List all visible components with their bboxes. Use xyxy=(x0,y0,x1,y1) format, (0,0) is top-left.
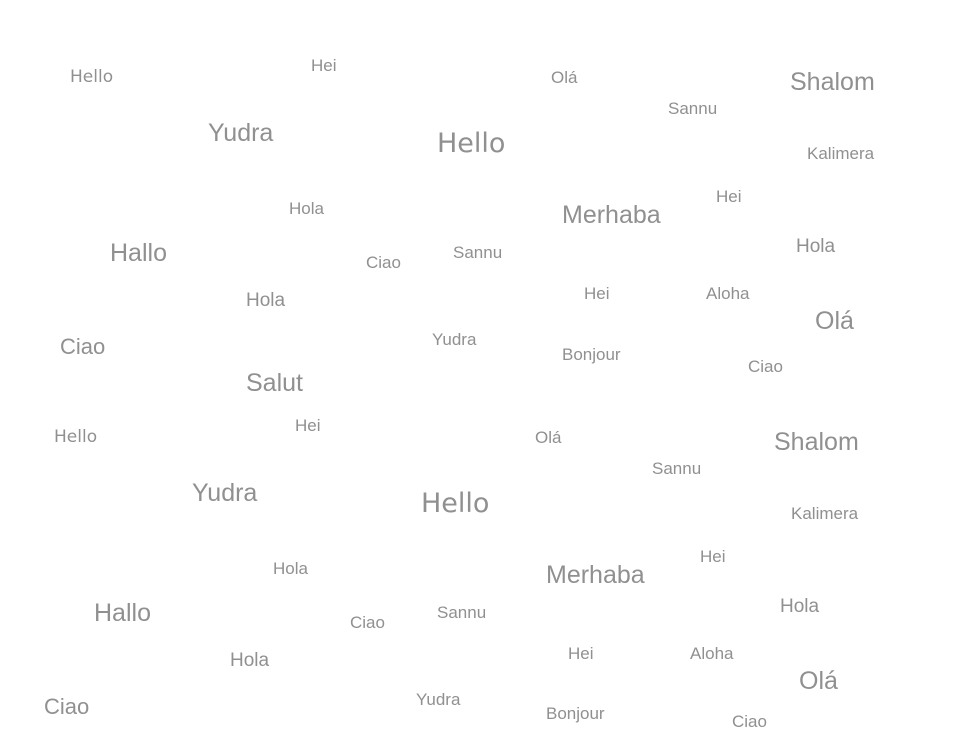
greeting-word: Hola xyxy=(796,236,836,257)
greeting-word: Hello xyxy=(437,128,506,159)
greeting-word: Hei xyxy=(311,56,337,75)
greeting-word: Ciao xyxy=(732,712,767,731)
greeting-word: Hallo xyxy=(94,599,151,627)
greeting-word: Sannu xyxy=(453,243,503,262)
greeting-word: Aloha xyxy=(690,644,734,663)
greeting-word: Hei xyxy=(700,547,726,566)
greeting-word: Olá xyxy=(799,667,838,695)
greeting-word: Hello xyxy=(54,427,98,447)
greeting-word: Hola xyxy=(246,290,286,311)
greeting-word: Bonjour xyxy=(546,704,605,723)
greeting-word: Olá xyxy=(815,307,854,335)
greeting-word: Yudra xyxy=(208,119,274,147)
greeting-word: Ciao xyxy=(60,334,106,359)
greeting-word: Yudra xyxy=(416,690,461,709)
greeting-word: Olá xyxy=(551,68,578,87)
greeting-word: Hei xyxy=(295,416,321,435)
greeting-word: Bonjour xyxy=(562,345,621,364)
greeting-word: Merhaba xyxy=(546,561,645,589)
greeting-word: Hallo xyxy=(110,239,167,267)
greeting-word: Aloha xyxy=(706,284,750,303)
greeting-word: Hola xyxy=(289,199,324,218)
greeting-word: Hello xyxy=(70,67,114,87)
greeting-word: Hola xyxy=(780,596,820,617)
greeting-word: Hei xyxy=(568,644,594,663)
greeting-word: Ciao xyxy=(44,694,90,719)
greeting-word: Merhaba xyxy=(562,201,661,229)
greeting-word: Salut xyxy=(246,369,303,397)
greeting-word: Kalimera xyxy=(807,144,875,163)
greeting-word: Sannu xyxy=(668,99,718,118)
greeting-word: Sannu xyxy=(652,459,702,478)
greeting-word: Shalom xyxy=(774,428,859,456)
greeting-word: Ciao xyxy=(748,357,783,376)
greeting-word: Olá xyxy=(535,428,562,447)
greeting-word: Sannu xyxy=(437,603,487,622)
greeting-word: Ciao xyxy=(350,613,385,632)
greeting-word: Hola xyxy=(273,559,308,578)
greeting-word: Hola xyxy=(230,650,270,671)
greeting-word: Hei xyxy=(716,187,742,206)
greeting-word: Yudra xyxy=(432,330,477,349)
greeting-word: Yudra xyxy=(192,479,258,507)
greeting-word: Hei xyxy=(584,284,610,303)
greeting-word: Ciao xyxy=(366,253,401,272)
greeting-word: Kalimera xyxy=(791,504,859,523)
greeting-word: Hello xyxy=(421,488,490,519)
greeting-word: Shalom xyxy=(790,68,875,96)
